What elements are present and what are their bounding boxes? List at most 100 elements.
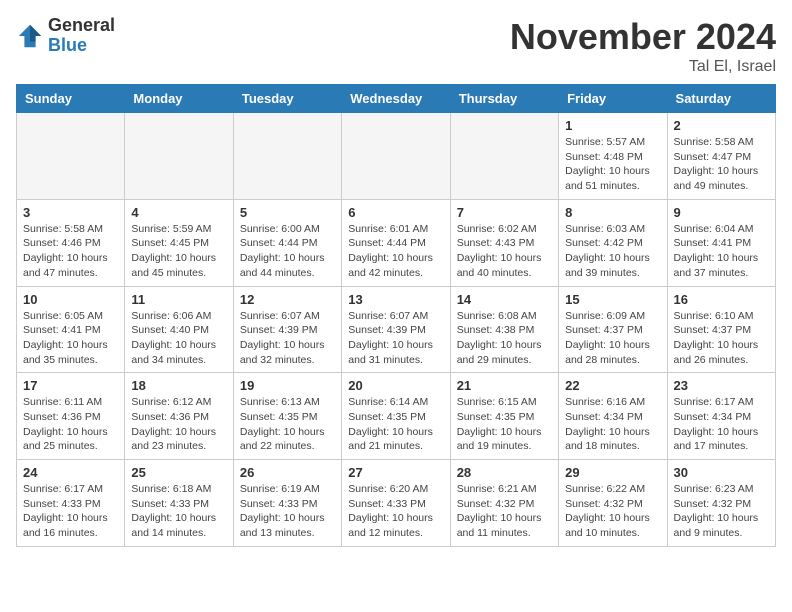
calendar-cell: 1 Sunrise: 5:57 AM Sunset: 4:48 PM Daylig…	[559, 113, 667, 200]
calendar-cell: 11Sunrise: 6:06 AM Sunset: 4:40 PM Dayli…	[125, 286, 233, 373]
day-number: 14	[457, 292, 552, 307]
calendar-cell: 27 Sunrise: 6:20 AM Sunset: 4:33 PM Dayli…	[342, 460, 450, 547]
calendar-cell: 26 Sunrise: 6:19 AM Sunset: 4:33 PM Dayli…	[233, 460, 341, 547]
calendar-cell: 2 Sunrise: 5:58 AM Sunset: 4:47 PM Daylig…	[667, 113, 775, 200]
title-section: November 2024 Tal El, Israel	[510, 16, 776, 76]
day-info: Sunrise: 6:21 AM Sunset: 4:32 PM Dayligh…	[457, 482, 552, 541]
day-info: Sunrise: 6:19 AM Sunset: 4:33 PM Dayligh…	[240, 482, 335, 541]
day-info: Sunrise: 5:58 AM Sunset: 4:46 PM Dayligh…	[23, 222, 118, 281]
calendar-cell: 15 Sunrise: 6:09 AM Sunset: 4:37 PM Dayli…	[559, 286, 667, 373]
day-number: 29	[565, 465, 660, 480]
day-number: 27	[348, 465, 443, 480]
calendar-cell	[125, 113, 233, 200]
day-info: Sunrise: 6:13 AM Sunset: 4:35 PM Dayligh…	[240, 395, 335, 454]
day-info: Sunrise: 5:57 AM Sunset: 4:48 PM Dayligh…	[565, 135, 660, 194]
calendar-week-row: 3 Sunrise: 5:58 AM Sunset: 4:46 PM Daylig…	[17, 199, 776, 286]
day-info: Sunrise: 6:17 AM Sunset: 4:34 PM Dayligh…	[674, 395, 769, 454]
day-info: Sunrise: 6:00 AM Sunset: 4:44 PM Dayligh…	[240, 222, 335, 281]
calendar-cell: 24Sunrise: 6:17 AM Sunset: 4:33 PM Dayli…	[17, 460, 125, 547]
day-number: 28	[457, 465, 552, 480]
day-number: 6	[348, 205, 443, 220]
day-number: 21	[457, 378, 552, 393]
calendar-week-row: 17Sunrise: 6:11 AM Sunset: 4:36 PM Dayli…	[17, 373, 776, 460]
weekday-header: Monday	[125, 85, 233, 113]
logo: General Blue	[16, 16, 115, 56]
day-info: Sunrise: 6:06 AM Sunset: 4:40 PM Dayligh…	[131, 309, 226, 368]
calendar-cell: 16 Sunrise: 6:10 AM Sunset: 4:37 PM Dayli…	[667, 286, 775, 373]
day-number: 10	[23, 292, 118, 307]
calendar-cell: 18 Sunrise: 6:12 AM Sunset: 4:36 PM Dayli…	[125, 373, 233, 460]
weekday-header-row: SundayMondayTuesdayWednesdayThursdayFrid…	[17, 85, 776, 113]
calendar-week-row: 1 Sunrise: 5:57 AM Sunset: 4:48 PM Daylig…	[17, 113, 776, 200]
day-info: Sunrise: 6:02 AM Sunset: 4:43 PM Dayligh…	[457, 222, 552, 281]
calendar-cell: 9 Sunrise: 6:04 AM Sunset: 4:41 PM Daylig…	[667, 199, 775, 286]
day-number: 19	[240, 378, 335, 393]
weekday-header: Friday	[559, 85, 667, 113]
day-info: Sunrise: 6:18 AM Sunset: 4:33 PM Dayligh…	[131, 482, 226, 541]
day-number: 25	[131, 465, 226, 480]
day-number: 26	[240, 465, 335, 480]
day-info: Sunrise: 6:15 AM Sunset: 4:35 PM Dayligh…	[457, 395, 552, 454]
day-info: Sunrise: 5:59 AM Sunset: 4:45 PM Dayligh…	[131, 222, 226, 281]
day-number: 22	[565, 378, 660, 393]
day-number: 12	[240, 292, 335, 307]
day-number: 13	[348, 292, 443, 307]
calendar-cell: 10 Sunrise: 6:05 AM Sunset: 4:41 PM Dayli…	[17, 286, 125, 373]
day-info: Sunrise: 6:20 AM Sunset: 4:33 PM Dayligh…	[348, 482, 443, 541]
calendar-cell: 29 Sunrise: 6:22 AM Sunset: 4:32 PM Dayli…	[559, 460, 667, 547]
calendar-cell: 4Sunrise: 5:59 AM Sunset: 4:45 PM Daylig…	[125, 199, 233, 286]
day-number: 18	[131, 378, 226, 393]
day-info: Sunrise: 6:05 AM Sunset: 4:41 PM Dayligh…	[23, 309, 118, 368]
day-info: Sunrise: 6:03 AM Sunset: 4:42 PM Dayligh…	[565, 222, 660, 281]
weekday-header: Tuesday	[233, 85, 341, 113]
calendar-cell: 28 Sunrise: 6:21 AM Sunset: 4:32 PM Dayli…	[450, 460, 558, 547]
day-number: 17	[23, 378, 118, 393]
day-info: Sunrise: 6:22 AM Sunset: 4:32 PM Dayligh…	[565, 482, 660, 541]
logo-blue: Blue	[48, 36, 115, 56]
day-info: Sunrise: 6:04 AM Sunset: 4:41 PM Dayligh…	[674, 222, 769, 281]
calendar-table: SundayMondayTuesdayWednesdayThursdayFrid…	[16, 84, 776, 547]
weekday-header: Saturday	[667, 85, 775, 113]
calendar-cell	[450, 113, 558, 200]
day-info: Sunrise: 6:01 AM Sunset: 4:44 PM Dayligh…	[348, 222, 443, 281]
day-number: 8	[565, 205, 660, 220]
day-number: 1	[565, 118, 660, 133]
logo-text: General Blue	[48, 16, 115, 56]
calendar-week-row: 24Sunrise: 6:17 AM Sunset: 4:33 PM Dayli…	[17, 460, 776, 547]
calendar-cell: 14 Sunrise: 6:08 AM Sunset: 4:38 PM Dayli…	[450, 286, 558, 373]
day-number: 15	[565, 292, 660, 307]
day-info: Sunrise: 6:09 AM Sunset: 4:37 PM Dayligh…	[565, 309, 660, 368]
calendar-cell: 21 Sunrise: 6:15 AM Sunset: 4:35 PM Dayli…	[450, 373, 558, 460]
day-info: Sunrise: 6:08 AM Sunset: 4:38 PM Dayligh…	[457, 309, 552, 368]
day-number: 16	[674, 292, 769, 307]
day-info: Sunrise: 6:14 AM Sunset: 4:35 PM Dayligh…	[348, 395, 443, 454]
calendar-cell	[233, 113, 341, 200]
weekday-header: Wednesday	[342, 85, 450, 113]
calendar-cell: 22 Sunrise: 6:16 AM Sunset: 4:34 PM Dayli…	[559, 373, 667, 460]
logo-general: General	[48, 16, 115, 36]
day-number: 9	[674, 205, 769, 220]
calendar-cell: 13Sunrise: 6:07 AM Sunset: 4:39 PM Dayli…	[342, 286, 450, 373]
calendar-cell: 30 Sunrise: 6:23 AM Sunset: 4:32 PM Dayli…	[667, 460, 775, 547]
calendar-cell: 23 Sunrise: 6:17 AM Sunset: 4:34 PM Dayli…	[667, 373, 775, 460]
day-number: 2	[674, 118, 769, 133]
day-number: 30	[674, 465, 769, 480]
calendar-cell: 25 Sunrise: 6:18 AM Sunset: 4:33 PM Dayli…	[125, 460, 233, 547]
month-title: November 2024	[510, 16, 776, 58]
day-number: 5	[240, 205, 335, 220]
day-info: Sunrise: 6:10 AM Sunset: 4:37 PM Dayligh…	[674, 309, 769, 368]
day-number: 3	[23, 205, 118, 220]
logo-icon	[16, 22, 44, 50]
day-info: Sunrise: 6:17 AM Sunset: 4:33 PM Dayligh…	[23, 482, 118, 541]
day-info: Sunrise: 6:23 AM Sunset: 4:32 PM Dayligh…	[674, 482, 769, 541]
calendar-cell: 12 Sunrise: 6:07 AM Sunset: 4:39 PM Dayli…	[233, 286, 341, 373]
day-info: Sunrise: 6:07 AM Sunset: 4:39 PM Dayligh…	[240, 309, 335, 368]
day-info: Sunrise: 6:16 AM Sunset: 4:34 PM Dayligh…	[565, 395, 660, 454]
day-number: 20	[348, 378, 443, 393]
calendar-cell: 8 Sunrise: 6:03 AM Sunset: 4:42 PM Daylig…	[559, 199, 667, 286]
day-info: Sunrise: 6:12 AM Sunset: 4:36 PM Dayligh…	[131, 395, 226, 454]
day-info: Sunrise: 5:58 AM Sunset: 4:47 PM Dayligh…	[674, 135, 769, 194]
calendar-cell: 6 Sunrise: 6:01 AM Sunset: 4:44 PM Daylig…	[342, 199, 450, 286]
day-number: 23	[674, 378, 769, 393]
weekday-header: Thursday	[450, 85, 558, 113]
